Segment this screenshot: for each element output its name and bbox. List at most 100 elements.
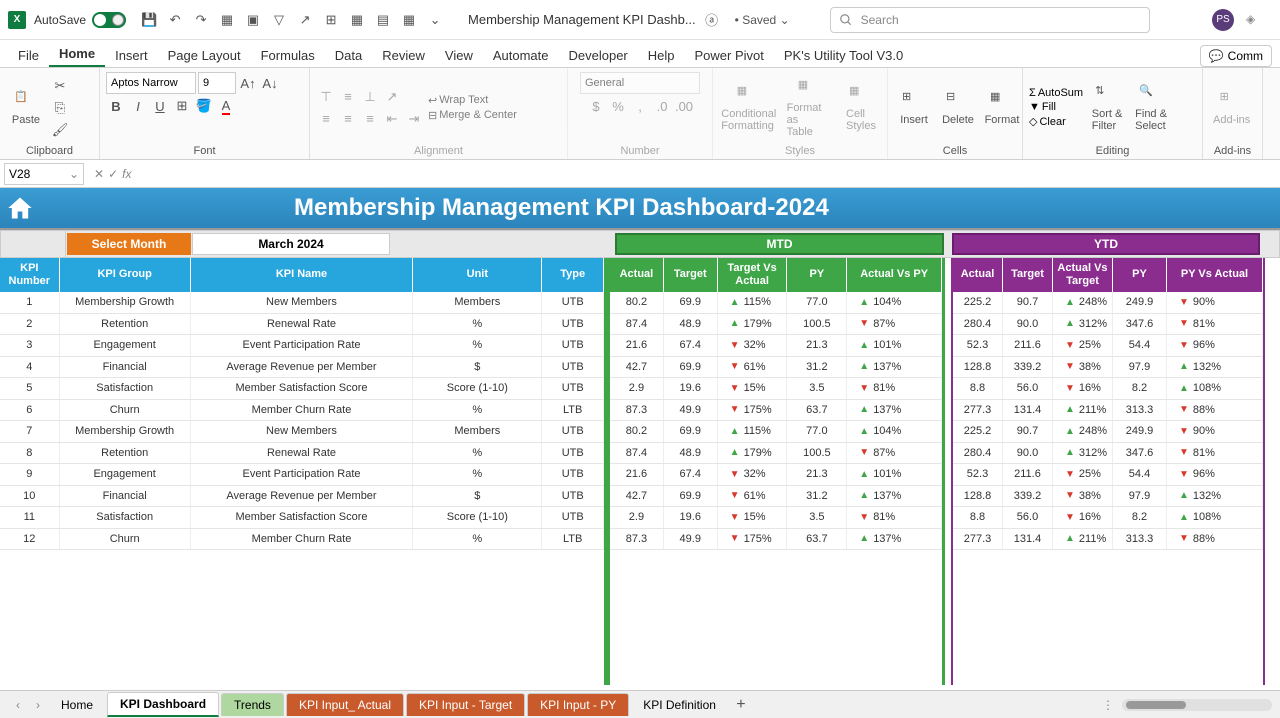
table-row[interactable]: 5 Satisfaction Member Satisfaction Score… (0, 378, 604, 400)
menu-data[interactable]: Data (325, 44, 372, 67)
enter-icon[interactable]: ✓ (108, 167, 118, 181)
indent-dec-icon[interactable]: ⇤ (382, 109, 402, 129)
table-row[interactable]: 8 Retention Renewal Rate % UTB (0, 443, 604, 465)
table-row[interactable]: 280.4 90.0 ▲312% 347.6 ▼81% (953, 314, 1263, 336)
table-row[interactable]: 87.3 49.9 ▼175% 63.7 ▲137% (610, 529, 942, 551)
table-row[interactable]: 225.2 90.7 ▲248% 249.9 ▼90% (953, 292, 1263, 314)
search-box[interactable]: Search (830, 7, 1150, 33)
autosave-toggle[interactable] (92, 12, 126, 28)
table-row[interactable]: 87.3 49.9 ▼175% 63.7 ▲137% (610, 400, 942, 422)
copy-icon[interactable]: ⎘ (50, 98, 70, 118)
table-row[interactable]: 2.9 19.6 ▼15% 3.5 ▼81% (610, 507, 942, 529)
comma-icon[interactable]: , (630, 96, 650, 116)
inc-dec-icon[interactable]: .0 (652, 96, 672, 116)
tab-kpi-actual[interactable]: KPI Input_ Actual (286, 693, 404, 716)
align-right-icon[interactable]: ≡ (360, 109, 380, 129)
align-mid-icon[interactable]: ≡ (338, 87, 358, 107)
table-row[interactable]: 10 Financial Average Revenue per Member … (0, 486, 604, 508)
border-icon[interactable]: ⊞ (172, 96, 192, 116)
diamond-icon[interactable]: ◈ (1246, 12, 1262, 28)
tab-kpi-definition[interactable]: KPI Definition (631, 694, 728, 716)
table-row[interactable]: 80.2 69.9 ▲115% 77.0 ▲104% (610, 421, 942, 443)
table-row[interactable]: 12 Churn Member Churn Rate % LTB (0, 529, 604, 551)
underline-icon[interactable]: U (150, 96, 170, 116)
table-row[interactable]: 2 Retention Renewal Rate % UTB (0, 314, 604, 336)
sheet-next-icon[interactable]: › (28, 698, 48, 712)
undo-icon[interactable]: ↶ (167, 12, 183, 28)
comments-button[interactable]: 💬Comm (1200, 45, 1272, 67)
orient-icon[interactable]: ↗ (382, 87, 402, 107)
table-row[interactable]: 6 Churn Member Churn Rate % LTB (0, 400, 604, 422)
sort-filter-button[interactable]: ⇅Sort & Filter (1087, 82, 1127, 134)
menu-pk[interactable]: PK's Utility Tool V3.0 (774, 44, 913, 67)
horizontal-scrollbar[interactable] (1122, 699, 1272, 711)
table-row[interactable]: 87.4 48.9 ▲179% 100.5 ▼87% (610, 314, 942, 336)
percent-icon[interactable]: % (608, 96, 628, 116)
qa-icon-2[interactable]: ▣ (245, 12, 261, 28)
align-bot-icon[interactable]: ⊥ (360, 87, 380, 107)
qa-more-icon[interactable]: ⌄ (427, 12, 443, 28)
accessibility-icon[interactable]: ⓐ (704, 12, 720, 28)
table-row[interactable]: 280.4 90.0 ▲312% 347.6 ▼81% (953, 443, 1263, 465)
autosum-button[interactable]: ΣAutoSum (1029, 87, 1083, 99)
table-row[interactable]: 128.8 339.2 ▼38% 97.9 ▲132% (953, 357, 1263, 379)
align-top-icon[interactable]: ⊤ (316, 87, 336, 107)
font-size[interactable] (198, 72, 236, 94)
indent-inc-icon[interactable]: ⇥ (404, 109, 424, 129)
format-table-button[interactable]: ▦Format as Table (783, 76, 837, 140)
table-row[interactable]: 80.2 69.9 ▲115% 77.0 ▲104% (610, 292, 942, 314)
number-format[interactable] (580, 72, 700, 94)
tab-kpi-target[interactable]: KPI Input - Target (406, 693, 525, 716)
qa-icon-7[interactable]: ▤ (375, 12, 391, 28)
redo-icon[interactable]: ↷ (193, 12, 209, 28)
paste-button[interactable]: 📋Paste (6, 88, 46, 128)
cell-styles-button[interactable]: ▦Cell Styles (841, 82, 881, 134)
menu-powerpivot[interactable]: Power Pivot (685, 44, 774, 67)
table-row[interactable]: 21.6 67.4 ▼32% 21.3 ▲101% (610, 464, 942, 486)
align-center-icon[interactable]: ≡ (338, 109, 358, 129)
add-sheet-button[interactable]: + (729, 696, 753, 714)
grow-font-icon[interactable]: A↑ (238, 73, 258, 93)
fx-icon[interactable]: fx (122, 167, 131, 181)
menu-developer[interactable]: Developer (559, 44, 638, 67)
shrink-font-icon[interactable]: A↓ (260, 73, 280, 93)
qa-icon-1[interactable]: ▦ (219, 12, 235, 28)
qa-icon-5[interactable]: ⊞ (323, 12, 339, 28)
tab-trends[interactable]: Trends (221, 693, 284, 716)
user-avatar[interactable]: PS (1212, 9, 1234, 31)
table-row[interactable]: 42.7 69.9 ▼61% 31.2 ▲137% (610, 357, 942, 379)
font-color-icon[interactable]: A (216, 96, 236, 116)
align-left-icon[interactable]: ≡ (316, 109, 336, 129)
menu-pagelayout[interactable]: Page Layout (158, 44, 251, 67)
table-row[interactable]: 3 Engagement Event Participation Rate % … (0, 335, 604, 357)
insert-button[interactable]: ⊞Insert (894, 88, 934, 128)
formula-input[interactable] (137, 163, 1280, 185)
table-row[interactable]: 277.3 131.4 ▲211% 313.3 ▼88% (953, 400, 1263, 422)
cond-format-button[interactable]: ▦Conditional Formatting (719, 82, 779, 134)
dec-dec-icon[interactable]: .00 (674, 96, 694, 116)
table-row[interactable]: 52.3 211.6 ▼25% 54.4 ▼96% (953, 335, 1263, 357)
table-row[interactable]: 8.8 56.0 ▼16% 8.2 ▲108% (953, 507, 1263, 529)
table-row[interactable]: 8.8 56.0 ▼16% 8.2 ▲108% (953, 378, 1263, 400)
table-row[interactable]: 21.6 67.4 ▼32% 21.3 ▲101% (610, 335, 942, 357)
tab-kpi-dashboard[interactable]: KPI Dashboard (107, 692, 219, 717)
table-row[interactable]: 225.2 90.7 ▲248% 249.9 ▼90% (953, 421, 1263, 443)
table-row[interactable]: 277.3 131.4 ▲211% 313.3 ▼88% (953, 529, 1263, 551)
table-row[interactable]: 7 Membership Growth New Members Members … (0, 421, 604, 443)
qa-icon-6[interactable]: ▦ (349, 12, 365, 28)
format-painter-icon[interactable]: 🖌 (50, 120, 70, 140)
find-select-button[interactable]: 🔍Find & Select (1131, 82, 1171, 134)
table-row[interactable]: 9 Engagement Event Participation Rate % … (0, 464, 604, 486)
menu-review[interactable]: Review (372, 44, 435, 67)
name-box[interactable]: V28⌄ (4, 163, 84, 185)
format-button[interactable]: ▦Format (982, 88, 1022, 128)
sheet-prev-icon[interactable]: ‹ (8, 698, 28, 712)
menu-file[interactable]: File (8, 44, 49, 67)
tab-kpi-py[interactable]: KPI Input - PY (527, 693, 629, 716)
table-row[interactable]: 1 Membership Growth New Members Members … (0, 292, 604, 314)
menu-insert[interactable]: Insert (105, 44, 158, 67)
month-selector[interactable]: March 2024 (192, 233, 390, 255)
table-row[interactable]: 42.7 69.9 ▼61% 31.2 ▲137% (610, 486, 942, 508)
qa-icon-4[interactable]: ↗ (297, 12, 313, 28)
save-icon[interactable]: 💾 (141, 12, 157, 28)
